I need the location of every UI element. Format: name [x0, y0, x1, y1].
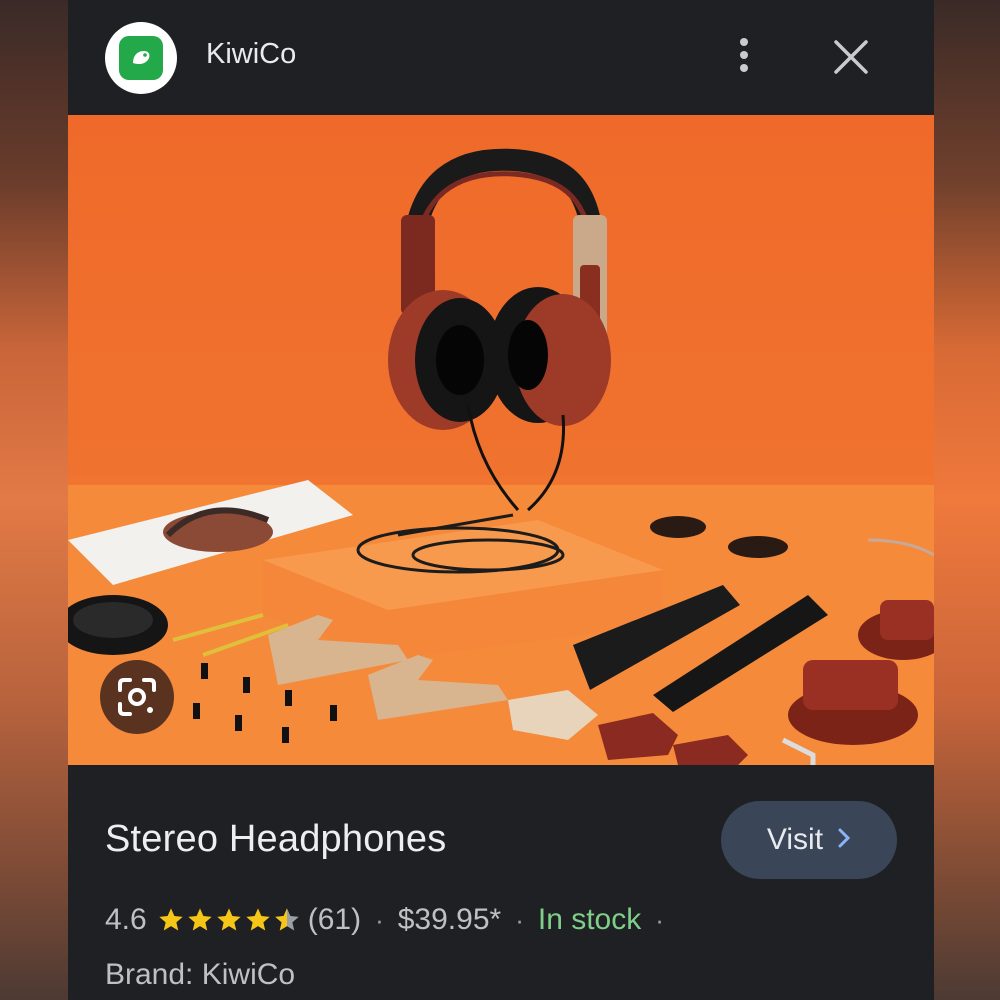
- star-icon: [188, 908, 212, 931]
- product-brand: Brand: KiwiCo: [105, 958, 296, 991]
- availability-status: In stock: [537, 903, 642, 936]
- google-lens-icon[interactable]: [100, 660, 174, 734]
- separator-dot-trailing: ·: [655, 904, 664, 935]
- separator-dot: ·: [515, 904, 524, 935]
- star-half-icon: [275, 908, 299, 931]
- product-card: KiwiCo Stereo Headphones Visit 4.6 (61) …: [68, 0, 934, 1000]
- site-name: KiwiCo: [206, 38, 297, 70]
- rating-value: 4.6: [105, 903, 147, 936]
- product-image[interactable]: [68, 115, 934, 765]
- review-count[interactable]: (61): [308, 903, 361, 937]
- separator-dot: ·: [375, 904, 384, 935]
- visit-button[interactable]: Visit: [721, 801, 897, 879]
- star-icon: [246, 908, 270, 931]
- star-icon: [159, 908, 183, 931]
- card-header: KiwiCo: [68, 0, 934, 115]
- close-icon[interactable]: [830, 36, 872, 78]
- rating-stars: [157, 906, 302, 934]
- headphones-photo: [68, 148, 934, 765]
- blurred-background-right: [934, 0, 1000, 1000]
- kiwico-logo-icon: [105, 22, 177, 94]
- product-meta: 4.6 (61) · $39.95* · In stock ·: [105, 900, 678, 940]
- chevron-right-icon: [837, 823, 851, 857]
- visit-button-label: Visit: [766, 823, 824, 856]
- more-vert-icon[interactable]: [732, 38, 756, 78]
- blurred-background-left: [0, 0, 68, 1000]
- star-icon: [217, 908, 241, 931]
- price: $39.95*: [397, 903, 502, 936]
- product-title[interactable]: Stereo Headphones: [105, 818, 446, 861]
